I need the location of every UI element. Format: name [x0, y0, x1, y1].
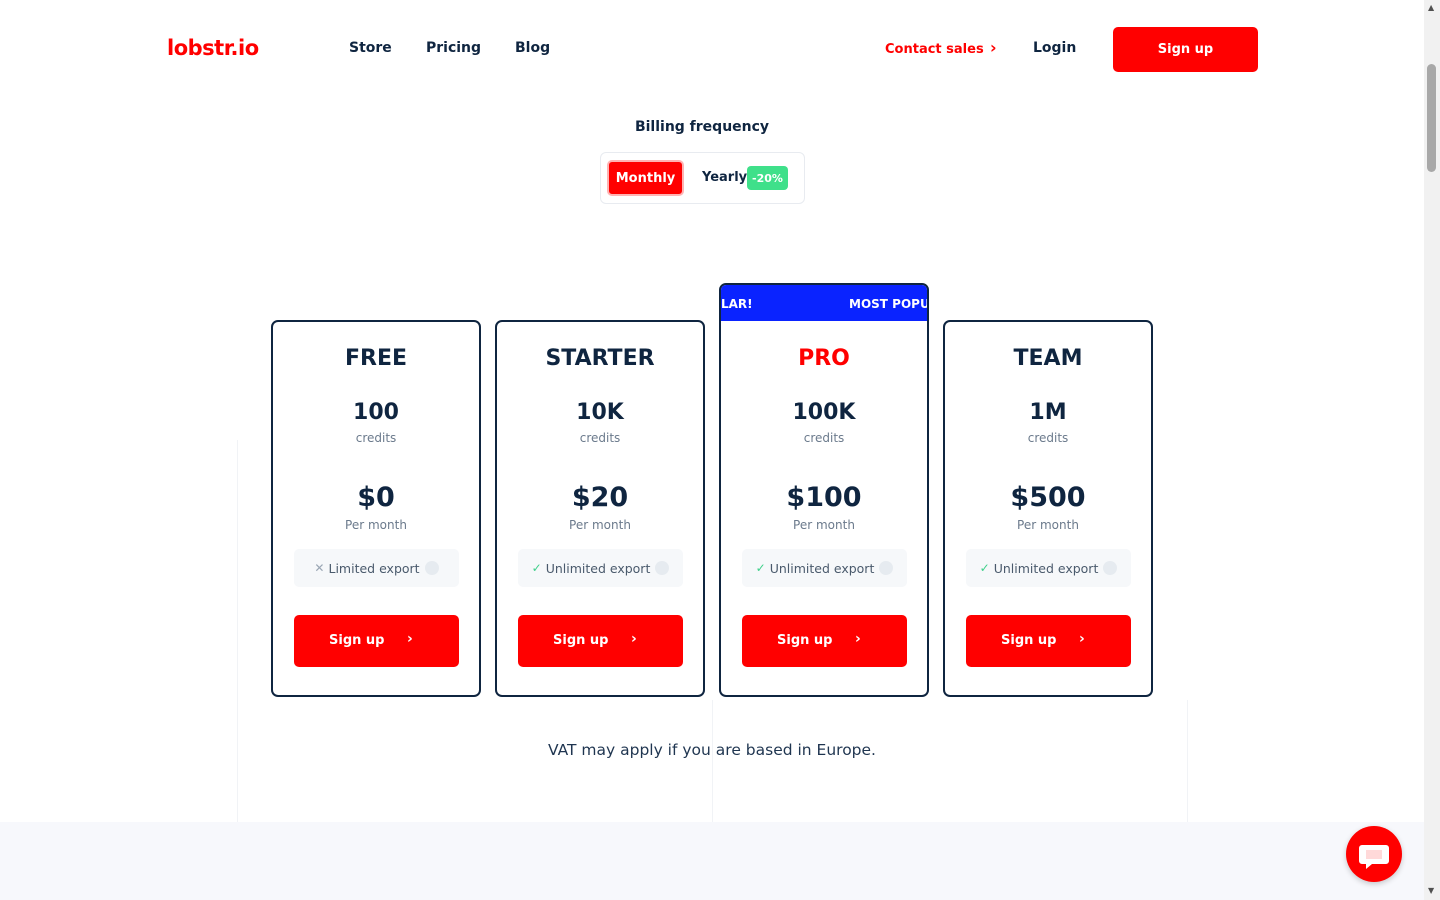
chevron-right-icon[interactable]: ›: [990, 38, 997, 57]
button-label: Sign up: [553, 633, 609, 648]
plan-signup-button[interactable]: Sign up ›: [966, 615, 1131, 667]
plan-name: PRO: [798, 346, 850, 371]
nav-store[interactable]: Store: [349, 40, 392, 56]
plan-signup-button[interactable]: Sign up ›: [294, 615, 459, 667]
check-icon: ✓: [531, 561, 542, 575]
discount-badge: -20%: [747, 166, 788, 190]
monthly-option[interactable]: Monthly: [607, 160, 684, 196]
plan-card-free: FREE 100 credits $0 Per month ✕ Limited …: [271, 320, 481, 697]
yearly-option[interactable]: Yearly: [702, 170, 747, 185]
plan-card-pro: LAR! MOST POPUL PRO 100K credits $100 Pe…: [719, 283, 929, 697]
button-label: Sign up: [1001, 633, 1057, 648]
plan-price: $20: [571, 482, 629, 513]
button-label: Sign up: [329, 633, 385, 648]
scrollbar[interactable]: ▲ ▼: [1424, 0, 1440, 900]
chat-bubble-icon: [1359, 845, 1389, 869]
info-icon[interactable]: [424, 561, 439, 575]
signup-button[interactable]: Sign up: [1113, 27, 1258, 72]
check-icon: ✓: [979, 561, 990, 575]
site-header: lobstr.io Store Pricing Blog Contact sal…: [0, 0, 1424, 100]
billing-frequency-title: Billing frequency: [634, 119, 770, 135]
background-divider: [237, 440, 238, 822]
plan-price: $500: [1010, 482, 1086, 513]
check-icon: ✓: [755, 561, 766, 575]
plan-price: $100: [786, 482, 862, 513]
x-icon: ✕: [314, 561, 325, 575]
scroll-up-arrow-icon[interactable]: ▲: [1428, 3, 1434, 12]
background-divider: [712, 700, 713, 822]
scroll-down-arrow-icon[interactable]: ▼: [1428, 886, 1434, 895]
plan-credits: 100K: [792, 400, 856, 425]
background-divider: [1187, 700, 1188, 822]
vat-note: VAT may apply if you are based in Europe…: [548, 741, 876, 759]
export-feature: ✓ Unlimited export: [966, 549, 1131, 587]
credits-label: credits: [803, 431, 845, 445]
chat-widget-button[interactable]: [1346, 826, 1402, 882]
billing-toggle: Monthly Yearly -20%: [600, 152, 805, 204]
info-icon[interactable]: [655, 561, 670, 575]
info-icon[interactable]: [1103, 561, 1118, 575]
logo[interactable]: lobstr.io: [167, 36, 259, 60]
scroll-thumb[interactable]: [1427, 64, 1436, 172]
credits-label: credits: [1027, 431, 1069, 445]
credits-label: credits: [355, 431, 397, 445]
export-label: Unlimited export: [769, 560, 875, 576]
price-period: Per month: [1017, 518, 1079, 532]
contact-sales-link[interactable]: Contact sales: [885, 42, 984, 57]
plan-name: STARTER: [545, 346, 655, 371]
plan-card-team: TEAM 1M credits $500 Per month ✓ Unlimit…: [943, 320, 1153, 697]
button-label: Sign up: [777, 633, 833, 648]
footer-section: [0, 822, 1424, 900]
plan-credits: 100: [353, 400, 399, 425]
plan-credits: 10K: [576, 400, 624, 425]
nav-pricing[interactable]: Pricing: [426, 40, 481, 56]
most-popular-banner: LAR! MOST POPUL: [721, 285, 927, 321]
export-feature: ✓ Unlimited export: [518, 549, 683, 587]
price-period: Per month: [345, 518, 407, 532]
info-icon[interactable]: [879, 561, 894, 575]
export-feature: ✓ Unlimited export: [742, 549, 907, 587]
plan-signup-button[interactable]: Sign up ›: [742, 615, 907, 667]
plan-card-starter: STARTER 10K credits $20 Per month ✓ Unli…: [495, 320, 705, 697]
chevron-right-icon: ›: [855, 631, 861, 647]
plan-signup-button[interactable]: Sign up ›: [518, 615, 683, 667]
banner-text: MOST POPUL: [849, 297, 927, 311]
chevron-right-icon: ›: [631, 631, 637, 647]
price-period: Per month: [569, 518, 631, 532]
plan-price: $0: [357, 482, 395, 513]
plan-credits: 1M: [1029, 400, 1067, 425]
export-feature: ✕ Limited export: [294, 549, 459, 587]
plan-name: FREE: [344, 346, 408, 371]
banner-text: LAR!: [721, 297, 753, 311]
login-link[interactable]: Login: [1033, 40, 1076, 56]
nav-blog[interactable]: Blog: [515, 40, 550, 56]
export-label: Unlimited export: [545, 560, 651, 576]
chevron-right-icon: ›: [407, 631, 413, 647]
chevron-right-icon: ›: [1079, 631, 1085, 647]
export-label: Limited export: [328, 560, 420, 576]
price-period: Per month: [793, 518, 855, 532]
credits-label: credits: [579, 431, 621, 445]
export-label: Unlimited export: [993, 560, 1099, 576]
plan-name: TEAM: [1013, 346, 1083, 371]
